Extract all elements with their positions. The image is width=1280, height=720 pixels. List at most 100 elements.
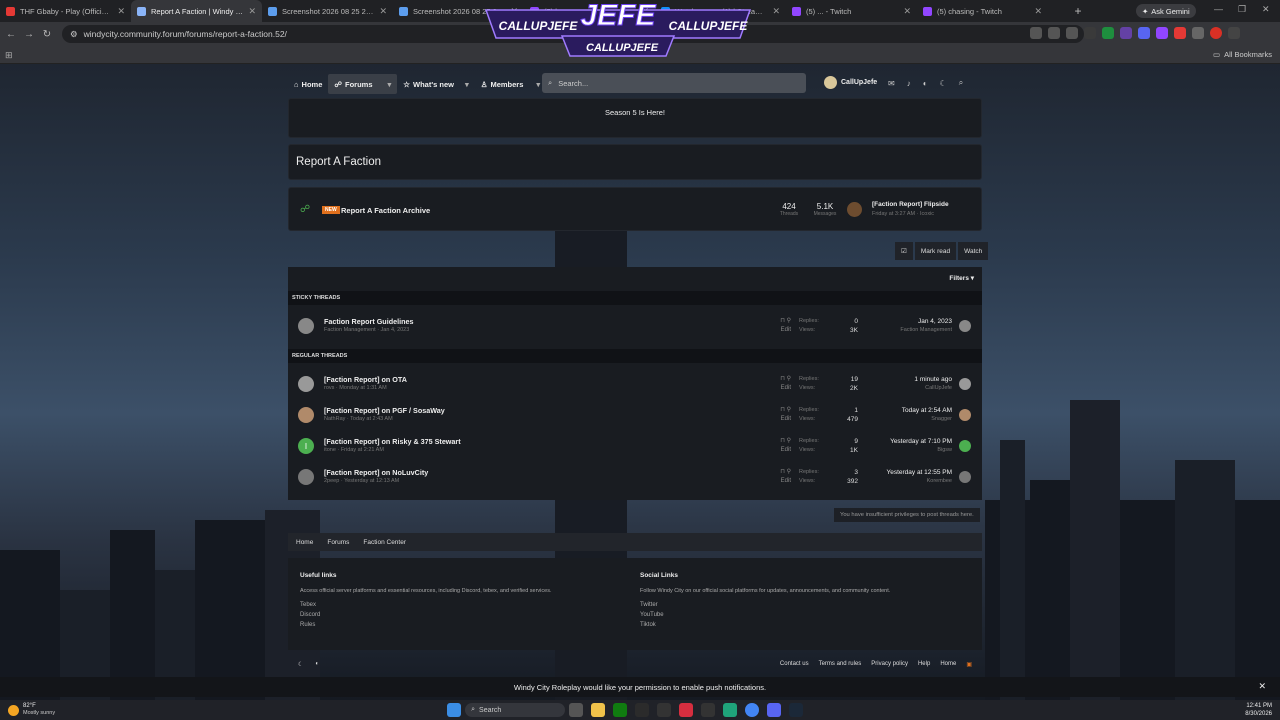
footer-link-discord[interactable]: Discord — [300, 612, 620, 618]
close-tab-icon[interactable]: ✕ — [1034, 6, 1042, 17]
close-tab-icon[interactable]: ✕ — [772, 6, 780, 17]
footer-link-twitter[interactable]: Twitter — [640, 602, 960, 608]
thread-title[interactable]: [Faction Report] on PGF / SosaWay — [324, 406, 445, 415]
profile-avatar[interactable] — [1210, 27, 1222, 39]
restore-icon[interactable]: ❐ — [1238, 4, 1246, 15]
avatar[interactable] — [298, 407, 314, 423]
last-poster-avatar[interactable] — [959, 378, 971, 390]
edit-link[interactable]: Edit — [771, 415, 791, 424]
inbox-icon[interactable]: ✉ — [888, 79, 895, 88]
last-post-user[interactable]: CallUpJefe — [914, 384, 952, 393]
search-input[interactable]: ⌕ Search... — [542, 73, 806, 93]
close-window-icon[interactable]: ✕ — [1262, 4, 1270, 15]
minimize-icon[interactable]: — — [1214, 4, 1223, 14]
last-poster-avatar[interactable] — [959, 471, 971, 483]
ask-gemini-button[interactable]: ✦ Ask Gemini — [1136, 4, 1196, 18]
subforum-title[interactable]: Report A Faction Archive — [341, 206, 430, 215]
select-toggle-button[interactable]: ☑ — [895, 242, 913, 260]
footer-terms-link[interactable]: Terms and rules — [819, 661, 862, 667]
footer-link-tiktok[interactable]: Tiktok — [640, 622, 960, 628]
nav-forums[interactable]: ☍ Forums ▾ — [328, 74, 398, 94]
weather-icon[interactable] — [8, 704, 19, 716]
browser-tab[interactable]: Report A Faction | Windy City R ✕ — [131, 0, 262, 22]
app-icon[interactable] — [657, 703, 672, 717]
mark-read-button[interactable]: Mark read — [914, 242, 957, 260]
last-poster-avatar[interactable] — [959, 409, 971, 421]
thread-row[interactable]: [Faction Report] on PGF / SosaWay NathRa… — [288, 400, 982, 431]
thread-row[interactable]: I [Faction Report] on Risky & 375 Stewar… — [288, 431, 982, 462]
windows-start-icon[interactable] — [447, 703, 462, 717]
avatar[interactable]: I — [298, 438, 314, 454]
extensions-puzzle-icon[interactable] — [1192, 27, 1204, 39]
last-post-date[interactable]: Jan 4, 2023 — [900, 317, 952, 326]
extension-icon[interactable] — [1138, 27, 1150, 39]
discord-icon[interactable] — [767, 703, 782, 717]
edit-link[interactable]: Edit — [771, 384, 791, 393]
cast-icon[interactable] — [1048, 27, 1060, 39]
edit-link[interactable]: Edit — [771, 477, 791, 486]
last-post-date[interactable]: Yesterday at 7:10 PM — [890, 437, 952, 446]
filters-button[interactable]: Filters ▾ — [949, 274, 974, 282]
close-icon[interactable]: ✕ — [1258, 681, 1266, 692]
moon-icon[interactable]: ☾ — [940, 79, 947, 88]
footer-help-link[interactable]: Help — [918, 661, 930, 667]
nav-members[interactable]: ♙ Members ▾ — [475, 74, 546, 94]
footer-privacy-link[interactable]: Privacy policy — [871, 661, 908, 667]
all-bookmarks-button[interactable]: ▭ All Bookmarks — [1213, 50, 1272, 59]
menu-icon[interactable] — [1228, 27, 1240, 39]
watch-button[interactable]: Watch — [958, 242, 989, 260]
apps-grid-icon[interactable]: ⊞ — [5, 50, 13, 61]
last-poster-avatar[interactable] — [959, 440, 971, 452]
thread-row[interactable]: [Faction Report] on NoLuvCity 2peep · Ye… — [288, 462, 982, 493]
forward-icon[interactable]: → — [20, 29, 38, 40]
taskbar-search[interactable]: ⌕ Search — [465, 703, 566, 717]
contrast-icon[interactable]: ◐ — [923, 79, 928, 88]
chevron-down-icon[interactable]: ▾ — [388, 80, 392, 89]
footer-contact-link[interactable]: Contact us — [780, 661, 809, 667]
thread-title[interactable]: Faction Report Guidelines — [324, 317, 413, 326]
user-menu[interactable]: CallUpJefe — [824, 76, 877, 89]
avatar[interactable] — [298, 318, 314, 334]
avatar[interactable] — [298, 376, 314, 392]
bell-icon[interactable]: ♪ — [907, 79, 911, 88]
new-tab-button[interactable]: + — [1068, 0, 1088, 22]
last-poster-avatar[interactable] — [959, 320, 971, 332]
app-icon[interactable] — [635, 703, 650, 717]
rss-icon[interactable]: ▣ — [966, 661, 972, 668]
chrome-icon[interactable] — [745, 703, 760, 717]
last-post-date[interactable]: 1 minute ago — [914, 375, 952, 384]
breadcrumb-forums[interactable]: Forums — [327, 539, 349, 546]
last-post-date[interactable]: Yesterday at 12:55 PM — [886, 468, 952, 477]
app-icon[interactable] — [723, 703, 738, 717]
browser-tab[interactable]: (5) ... - Twitch ✕ — [786, 0, 917, 22]
thread-title[interactable]: [Faction Report] on NoLuvCity — [324, 468, 428, 477]
close-tab-icon[interactable]: ✕ — [903, 6, 911, 17]
app-icon[interactable] — [701, 703, 716, 717]
steam-icon[interactable] — [789, 703, 804, 717]
avatar[interactable] — [298, 469, 314, 485]
footer-link-rules[interactable]: Rules — [300, 622, 620, 628]
extension-icon[interactable] — [1102, 27, 1114, 39]
chevron-down-icon[interactable]: ▾ — [536, 80, 540, 89]
last-post-user[interactable]: Faction Management — [900, 326, 952, 335]
zoom-icon[interactable] — [1030, 27, 1042, 39]
last-post-user[interactable]: Korembee — [886, 477, 952, 486]
back-icon[interactable]: ← — [2, 29, 20, 40]
close-tab-icon[interactable]: ✕ — [379, 6, 387, 17]
edit-link[interactable]: Edit — [771, 446, 791, 455]
star-icon[interactable] — [1066, 27, 1078, 39]
last-post-user[interactable]: Snagger — [902, 415, 952, 424]
footer-link-youtube[interactable]: YouTube — [640, 612, 960, 618]
breadcrumb-home[interactable]: Home — [296, 539, 313, 546]
sticky-thread-row[interactable]: Faction Report Guidelines Faction Manage… — [288, 311, 982, 342]
app-icon[interactable] — [679, 703, 694, 717]
browser-tab[interactable]: (5) chasing - Twitch ✕ — [917, 0, 1048, 22]
extension-icon[interactable] — [1174, 27, 1186, 39]
footer-home-link[interactable]: Home — [940, 661, 956, 667]
latest-thread-title[interactable]: [Faction Report] Flipside — [872, 201, 949, 208]
site-info-icon[interactable]: ⚙ — [70, 29, 78, 40]
close-tab-icon[interactable]: ✕ — [248, 6, 256, 17]
browser-tab[interactable]: THF Gbaby - Play (Official M ✕ — [0, 0, 131, 22]
nav-home[interactable]: ⌂ Home — [288, 74, 328, 94]
moon-icon[interactable]: ☾ — [298, 661, 303, 668]
